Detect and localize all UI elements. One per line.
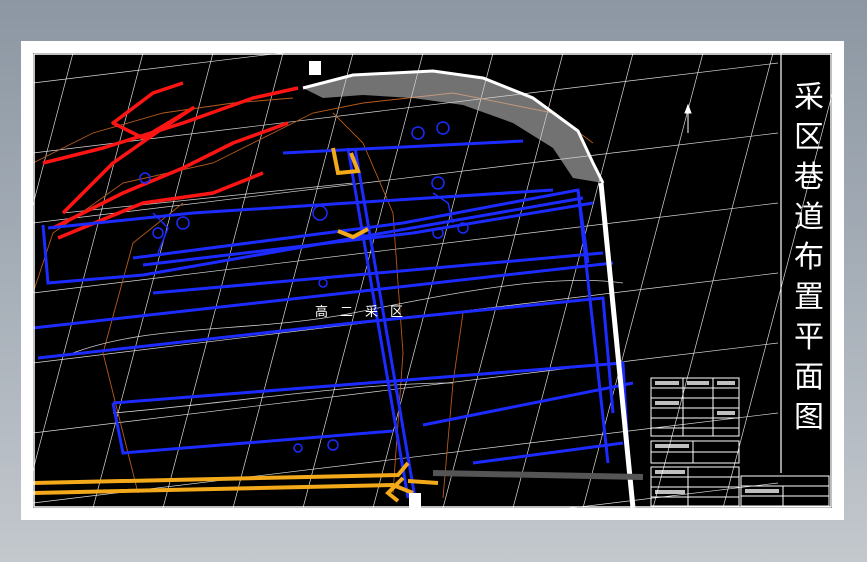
mine-layout-svg xyxy=(33,53,832,508)
title-char: 道 xyxy=(794,200,824,235)
symbols xyxy=(139,121,469,453)
gray-track xyxy=(432,470,644,480)
drawing-frame xyxy=(33,53,832,508)
coordinate-grid xyxy=(33,53,832,508)
haulage-end xyxy=(409,493,421,508)
title-char: 采 xyxy=(794,80,824,115)
title-char: 置 xyxy=(794,280,824,315)
title-char: 布 xyxy=(794,240,824,275)
drawing-sheet: 高二采区 采 区 巷 道 布 置 平 面 图 xyxy=(21,41,844,520)
cad-drawing-area[interactable]: 高二采区 采 区 巷 道 布 置 平 面 图 xyxy=(33,53,832,508)
outcrop-hatch xyxy=(302,69,605,184)
shaft-marker xyxy=(309,61,321,75)
title-char: 面 xyxy=(794,360,824,395)
title-char: 平 xyxy=(794,320,824,355)
title-char: 巷 xyxy=(794,160,824,195)
title-char: 图 xyxy=(794,400,824,435)
area-label: 高二采区 xyxy=(315,305,416,320)
legend-tables xyxy=(650,377,830,507)
title-char: 区 xyxy=(794,120,824,155)
